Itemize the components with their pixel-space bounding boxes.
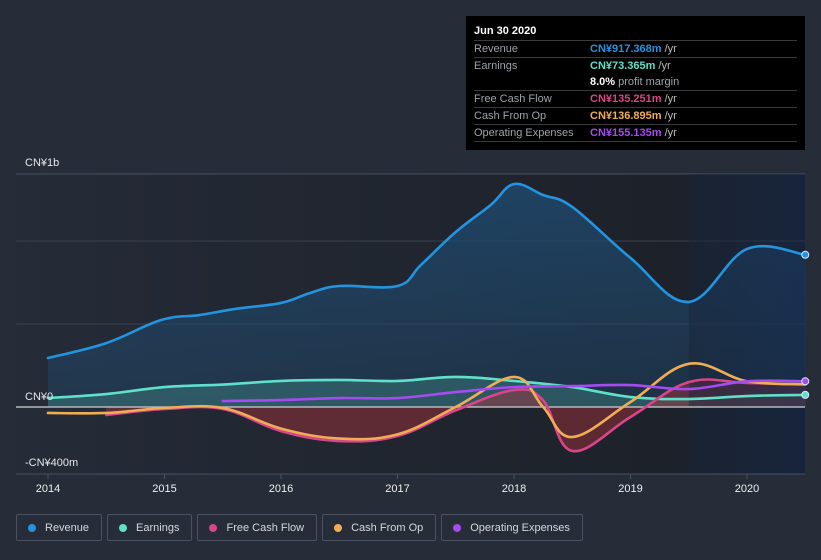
tooltip-row-earnings: Earnings CN¥73.365m /yr [474, 58, 797, 74]
operating-expenses-dot-icon [453, 523, 462, 532]
x-tick-label: 2015 [152, 483, 176, 495]
x-tick-label: 2016 [269, 483, 293, 495]
x-tick-label: 2014 [36, 483, 60, 495]
earnings-dot-icon [119, 523, 128, 532]
tooltip-unit: /yr [664, 93, 677, 105]
legend-item-revenue[interactable]: Revenue [16, 514, 103, 541]
operating-expenses-endpoint-marker [801, 377, 810, 386]
x-axis: 2014 2015 2016 2017 2018 2019 2020 [36, 474, 759, 495]
x-tick-label: 2017 [385, 483, 409, 495]
earnings-endpoint-marker [801, 390, 810, 399]
tooltip-unit: /yr [664, 110, 677, 122]
tooltip-value: CN¥136.895m [590, 110, 662, 122]
tooltip-unit: /yr [664, 127, 677, 139]
tooltip-row-operating-expenses: Operating Expenses CN¥155.135m /yr [474, 125, 797, 142]
free-cash-flow-dot-icon [209, 523, 218, 532]
tooltip-label: Free Cash Flow [474, 93, 552, 105]
tooltip-row-profit-margin: 8.0% profit margin [474, 74, 797, 91]
tooltip-label: Revenue [474, 43, 519, 55]
tooltip-value: CN¥917.368m [590, 43, 662, 55]
tooltip-value: CN¥135.251m [590, 93, 662, 105]
revenue-dot-icon [28, 523, 36, 532]
tooltip-date: Jun 30 2020 [474, 23, 797, 41]
tooltip: Jun 30 2020 Revenue CN¥917.368m /yr Earn… [466, 16, 805, 150]
tooltip-value: CN¥155.135m [590, 127, 662, 139]
y-tick-label-zero: CN¥0 [25, 391, 53, 403]
cash-from-op-dot-icon [334, 523, 343, 532]
tooltip-unit: /yr [664, 43, 677, 55]
x-tick-label: 2020 [735, 483, 759, 495]
forecast-highlight-region [688, 174, 805, 474]
legend-item-earnings[interactable]: Earnings [107, 514, 193, 541]
tooltip-label: Earnings [474, 60, 518, 72]
legend-item-operating-expenses[interactable]: Operating Expenses [441, 514, 583, 541]
tooltip-unit: /yr [658, 60, 671, 72]
tooltip-label [474, 74, 590, 90]
tooltip-value: CN¥73.365m [590, 60, 656, 72]
legend-label: Earnings [136, 521, 180, 534]
y-tick-label-top: CN¥1b [25, 157, 59, 169]
legend-item-free-cash-flow[interactable]: Free Cash Flow [197, 514, 318, 541]
legend: Revenue Earnings Free Cash Flow Cash Fro… [16, 514, 583, 541]
legend-item-cash-from-op[interactable]: Cash From Op [322, 514, 437, 541]
legend-label: Free Cash Flow [226, 521, 305, 534]
y-tick-label-bottom: -CN¥400m [25, 457, 78, 469]
tooltip-value: 8.0% [590, 76, 616, 88]
legend-label: Operating Expenses [470, 521, 570, 534]
revenue-endpoint-marker [801, 250, 810, 259]
x-tick-label: 2018 [502, 483, 526, 495]
tooltip-row-revenue: Revenue CN¥917.368m /yr [474, 41, 797, 58]
tooltip-label: Operating Expenses [474, 127, 574, 139]
tooltip-row-cash-from-op: Cash From Op CN¥136.895m /yr [474, 108, 797, 125]
x-tick-label: 2019 [618, 483, 642, 495]
tooltip-unit: profit margin [618, 76, 680, 88]
tooltip-label: Cash From Op [474, 110, 547, 122]
tooltip-row-free-cash-flow: Free Cash Flow CN¥135.251m /yr [474, 91, 797, 108]
legend-label: Cash From Op [351, 521, 424, 534]
legend-label: Revenue [45, 521, 90, 534]
